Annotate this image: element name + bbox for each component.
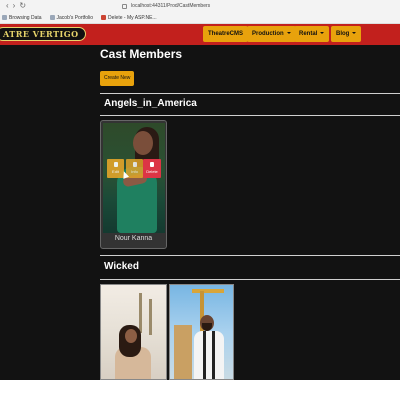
chevron-down-icon [352,32,357,35]
section-title: Wicked [104,261,139,272]
section-divider [100,93,400,94]
details-label: Info [131,169,138,174]
photo-suspender [203,331,206,379]
photo-suspender [212,331,215,379]
info-icon [132,162,137,167]
page-content: Cast Members Create New Angels_in_Americ… [0,45,400,380]
cast-photo[interactable] [100,284,167,380]
section-divider [100,115,400,116]
edit-label: Edit [112,169,119,174]
section-title: Angels_in_America [104,98,197,109]
cast-member-name: Nour Kanna [114,235,153,242]
nav-label: Blog [336,31,350,37]
photo-body [194,331,224,379]
bookmark-browsing-data[interactable]: Browsing Data [2,15,42,21]
nav-label: Rental [299,31,318,37]
cast-photo [103,123,165,233]
bookmark-label: Delete - My ASP.NE... [108,14,157,21]
bookmark-label: Jacob's Portfolio [56,14,94,21]
nav-theatrecms[interactable]: TheatreCMS [203,26,249,42]
chevron-down-icon [320,32,325,35]
photo-tree [149,299,152,335]
browser-chrome: ‹ › ↻ localhost:44311/Prod/CastMembers B… [0,0,400,24]
chevron-down-icon [286,32,291,35]
bookmark-icon [49,15,55,20]
bookmark-icon [101,15,107,20]
nav-label: Production [252,31,284,37]
site-logo[interactable]: ATRE VERTIGO [0,27,86,41]
nav-production[interactable]: Production [247,26,296,42]
photo-crane [192,289,224,293]
photo-tree [139,293,142,333]
photo-head [125,329,137,343]
bookmark-delete[interactable]: Delete - My ASP.NE... [101,15,157,21]
forward-icon[interactable]: › [13,0,16,12]
create-new-button[interactable]: Create New [100,71,135,86]
lock-icon [122,3,128,9]
trash-icon [150,162,154,167]
cast-photo[interactable] [169,284,234,380]
bookmark-label: Browsing Data [9,14,42,21]
nav-rental[interactable]: Rental [294,26,330,42]
photo-building [174,325,192,379]
url-text[interactable]: localhost:44311/Prod/CastMembers [131,3,210,9]
delete-label: Delete [146,169,158,174]
photo-head [133,131,153,155]
nav-blog[interactable]: Blog [331,26,362,42]
delete-button[interactable]: Delete [143,159,161,178]
back-icon[interactable]: ‹ [6,0,9,12]
cast-card[interactable]: Edit Info Delete Nour Kanna [100,120,167,249]
bookmark-portfolio[interactable]: Jacob's Portfolio [49,14,94,21]
edit-icon [113,162,118,167]
address-bar[interactable]: ‹ › ↻ localhost:44311/Prod/CastMembers [0,0,400,12]
section-divider [100,255,400,256]
bookmarks-bar: Browsing Data Jacob's Portfolio Delete -… [0,12,400,24]
section-divider [100,279,400,280]
bookmark-icon [2,15,7,20]
nav-label: TheatreCMS [208,31,244,37]
site-header: ATRE VERTIGO TheatreCMS Production Renta… [0,24,400,45]
page-title: Cast Members [100,47,183,61]
page-bottom-blank [0,380,400,400]
reload-icon[interactable]: ↻ [19,0,26,12]
